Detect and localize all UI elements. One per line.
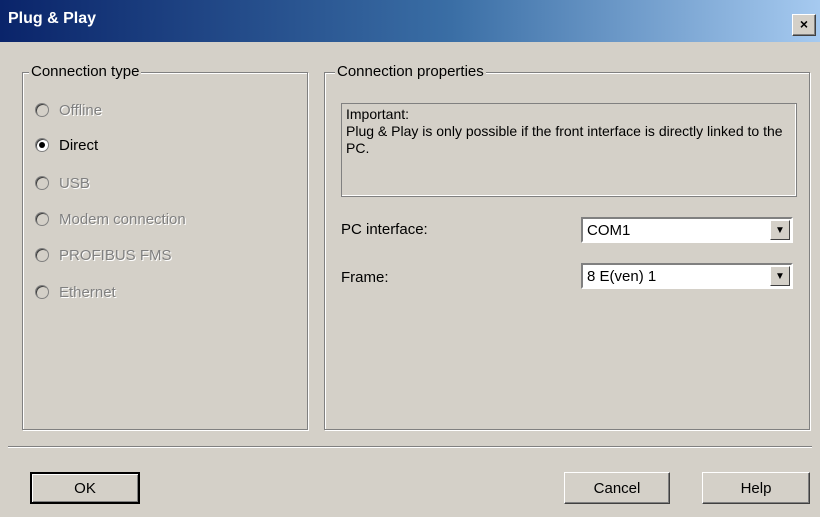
footer-separator [8, 446, 812, 448]
radio-usb-circle[interactable] [35, 176, 49, 190]
window-title: Plug & Play [8, 10, 97, 27]
radio-ethernet-label: Ethernet [59, 283, 116, 301]
ok-button-label: OK [74, 479, 96, 497]
radio-modem-label: Modem connection [59, 210, 186, 228]
important-info-box: Important: Plug & Play is only possible … [341, 103, 797, 197]
radio-selected-dot [39, 142, 45, 148]
radio-offline[interactable]: Offline [35, 99, 102, 121]
close-button[interactable]: × [792, 14, 816, 36]
radio-profibus-circle[interactable] [35, 248, 49, 262]
close-icon: × [799, 16, 809, 32]
frame-value: 8 E(ven) 1 [587, 268, 657, 285]
frame-label: Frame: [341, 269, 389, 286]
title-bar[interactable]: Plug & Play × [0, 0, 820, 42]
radio-direct[interactable]: Direct [35, 134, 98, 156]
frame-dropdown[interactable]: 8 E(ven) 1 ▼ [581, 263, 793, 289]
pc-interface-dropdown[interactable]: COM1 ▼ [581, 217, 793, 243]
chevron-down-icon[interactable]: ▼ [770, 220, 790, 240]
radio-ethernet[interactable]: Ethernet [35, 281, 116, 303]
cancel-button-label: Cancel [593, 479, 641, 497]
radio-direct-label: Direct [59, 136, 99, 154]
pc-interface-label: PC interface: [341, 221, 428, 238]
info-heading: Important: [346, 106, 410, 122]
radio-direct-circle[interactable] [35, 138, 49, 152]
connection-type-group: Connection type Offline Direct USB Modem… [22, 63, 308, 430]
connection-properties-group: Connection properties Important: Plug & … [324, 63, 810, 430]
info-text: Plug & Play is only possible if the fron… [346, 123, 783, 156]
radio-ethernet-circle[interactable] [35, 285, 49, 299]
radio-profibus-label: PROFIBUS FMS [59, 246, 172, 264]
radio-usb-label: USB [59, 174, 90, 192]
radio-modem-circle[interactable] [35, 212, 49, 226]
ok-button[interactable]: OK [30, 472, 140, 504]
chevron-down-icon[interactable]: ▼ [770, 266, 790, 286]
radio-modem-connection[interactable]: Modem connection [35, 208, 186, 230]
radio-offline-label: Offline [59, 101, 103, 119]
connection-type-legend: Connection type [29, 63, 142, 80]
radio-profibus-fms[interactable]: PROFIBUS FMS [35, 244, 172, 266]
cancel-button[interactable]: Cancel [564, 472, 670, 504]
connection-properties-legend: Connection properties [335, 63, 486, 80]
help-button-label: Help [740, 479, 772, 497]
plug-and-play-dialog: Plug & Play × Connection type Offline Di… [0, 0, 820, 517]
radio-usb[interactable]: USB [35, 172, 90, 194]
radio-offline-circle[interactable] [35, 103, 49, 117]
help-button[interactable]: Help [702, 472, 810, 504]
pc-interface-value: COM1 [587, 222, 631, 239]
